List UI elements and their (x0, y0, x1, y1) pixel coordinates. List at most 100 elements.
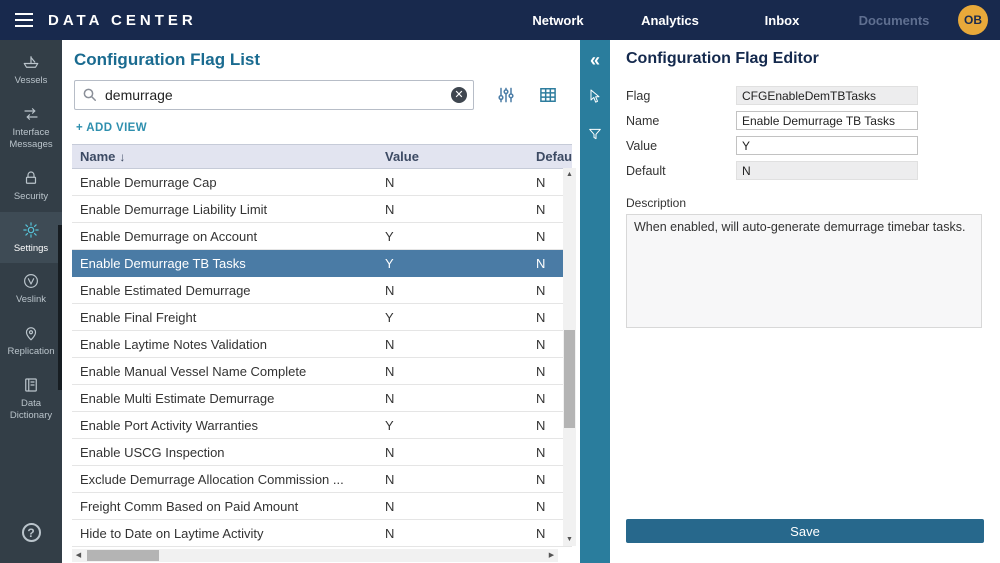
search-box: ✕ (74, 80, 474, 110)
sidebar-item-vessels[interactable]: Vessels (0, 44, 62, 96)
pointer-tool-button[interactable] (583, 86, 607, 110)
cell-value: Y (377, 229, 528, 244)
sidebar-item-interface-messages[interactable]: Interface Messages (0, 96, 62, 160)
nav-inbox[interactable]: Inbox (726, 13, 838, 28)
cell-value: N (377, 337, 528, 352)
scroll-left-icon[interactable]: ◀ (72, 549, 85, 562)
field-row-default: Default (626, 161, 984, 180)
field-row-name: Name (626, 111, 984, 130)
add-view-link[interactable]: + ADD VIEW (76, 122, 147, 134)
sidebar-item-veslink[interactable]: Veslink (0, 263, 62, 315)
sidebar-item-help[interactable]: ? (0, 514, 62, 551)
sidebar-item-label: Data Dictionary (2, 398, 60, 422)
table-row[interactable]: Enable Estimated Demurrage N N (72, 277, 572, 304)
table-row[interactable]: Enable Laytime Notes Validation N N (72, 331, 572, 358)
veslink-icon (22, 272, 40, 290)
scroll-up-icon[interactable]: ▲ (563, 168, 576, 181)
grid-view-icon[interactable] (538, 85, 558, 105)
cell-value: N (377, 175, 528, 190)
configuration-flag-list-panel: Configuration Flag List ✕ + ADD VIEW Nam… (62, 40, 580, 563)
sidebar-item-label: Settings (14, 243, 48, 255)
cell-value: N (377, 391, 528, 406)
cell-name: Enable Laytime Notes Validation (72, 337, 377, 352)
cell-name: Enable Final Freight (72, 310, 377, 325)
column-settings-icon[interactable] (496, 85, 516, 105)
cell-name: Enable Estimated Demurrage (72, 283, 377, 298)
table-row[interactable]: Enable Demurrage Cap N N (72, 169, 572, 196)
search-toolbar: ✕ (74, 80, 568, 110)
sidebar-item-replication[interactable]: Replication (0, 315, 62, 367)
map-pin-icon (22, 324, 40, 342)
table-row[interactable]: Exclude Demurrage Allocation Commission … (72, 466, 572, 493)
save-button[interactable]: Save (626, 519, 984, 543)
flag-label: Flag (626, 89, 736, 103)
nav-network[interactable]: Network (502, 13, 614, 28)
sidebar-item-settings[interactable]: Settings (0, 212, 62, 264)
value-label: Value (626, 139, 736, 153)
cell-value: N (377, 364, 528, 379)
top-nav: Network Analytics Inbox Documents (502, 13, 950, 28)
default-input[interactable] (736, 161, 918, 180)
table-row[interactable]: Enable Manual Vessel Name Complete N N (72, 358, 572, 385)
hamburger-menu-icon[interactable] (0, 13, 48, 27)
scroll-right-icon[interactable]: ▶ (545, 549, 558, 562)
flag-table: Name ↓ Value Default Enable Demurrage Cap… (72, 144, 572, 547)
table-row[interactable]: Enable Multi Estimate Demurrage N N (72, 385, 572, 412)
user-avatar[interactable]: OB (958, 5, 988, 35)
sidebar-item-security[interactable]: Security (0, 160, 62, 212)
cell-name: Enable Demurrage on Account (72, 229, 377, 244)
table-row[interactable]: Enable Port Activity Warranties Y N (72, 412, 572, 439)
column-header-default[interactable]: Default (528, 149, 572, 164)
sidebar-item-data-dictionary[interactable]: Data Dictionary (0, 367, 62, 431)
cell-name: Enable USCG Inspection (72, 445, 377, 460)
nav-documents: Documents (838, 13, 950, 28)
column-header-name[interactable]: Name ↓ (72, 149, 377, 164)
cell-value: N (377, 472, 528, 487)
book-icon (22, 376, 40, 394)
filter-tool-button[interactable] (583, 124, 607, 148)
double-chevron-left-icon: « (590, 51, 600, 69)
cell-name: Hide to Date on Laytime Activity (72, 526, 377, 541)
name-label: Name (626, 114, 736, 128)
column-header-label: Name (80, 149, 115, 164)
table-row[interactable]: Freight Comm Based on Paid Amount N N (72, 493, 572, 520)
cell-name: Exclude Demurrage Allocation Commission … (72, 472, 377, 487)
flag-input[interactable] (736, 86, 918, 105)
sort-desc-icon: ↓ (119, 150, 125, 164)
lock-icon (22, 169, 40, 187)
default-label: Default (626, 164, 736, 178)
clear-search-icon[interactable]: ✕ (451, 87, 467, 103)
horizontal-scrollbar-thumb[interactable] (87, 550, 159, 561)
cell-value: Y (377, 256, 528, 271)
cell-value: Y (377, 310, 528, 325)
table-row[interactable]: Enable Demurrage on Account Y N (72, 223, 572, 250)
name-input[interactable] (736, 111, 918, 130)
vertical-scrollbar-thumb[interactable] (564, 330, 575, 428)
vertical-scrollbar[interactable]: ▲ ▼ (563, 168, 576, 546)
value-input[interactable] (736, 136, 918, 155)
collapse-panel-button[interactable]: « (583, 48, 607, 72)
cell-value: N (377, 202, 528, 217)
table-row[interactable]: Enable Demurrage Liability Limit N N (72, 196, 572, 223)
table-row-selected[interactable]: Enable Demurrage TB Tasks Y N (72, 250, 572, 277)
list-panel-title: Configuration Flag List (62, 40, 580, 70)
editor-panel-title: Configuration Flag Editor (626, 50, 984, 68)
column-header-value[interactable]: Value (377, 149, 528, 164)
question-icon: ? (22, 523, 41, 542)
nav-analytics[interactable]: Analytics (614, 13, 726, 28)
table-row[interactable]: Hide to Date on Laytime Activity N N (72, 520, 572, 547)
table-header: Name ↓ Value Default (72, 144, 572, 169)
field-row-flag: Flag (626, 86, 984, 105)
description-textarea[interactable]: When enabled, will auto-generate demurra… (626, 214, 982, 328)
cell-value: Y (377, 418, 528, 433)
field-row-value: Value (626, 136, 984, 155)
sidebar-item-label: Security (14, 191, 48, 203)
scroll-down-icon[interactable]: ▼ (563, 533, 576, 546)
table-row[interactable]: Enable Final Freight Y N (72, 304, 572, 331)
sidebar-item-label: Replication (8, 346, 55, 358)
horizontal-scrollbar[interactable]: ◀ ▶ (72, 549, 558, 562)
cell-value: N (377, 526, 528, 541)
top-bar: DATA CENTER Network Analytics Inbox Docu… (0, 0, 1000, 40)
search-input[interactable] (74, 80, 474, 110)
table-row[interactable]: Enable USCG Inspection N N (72, 439, 572, 466)
